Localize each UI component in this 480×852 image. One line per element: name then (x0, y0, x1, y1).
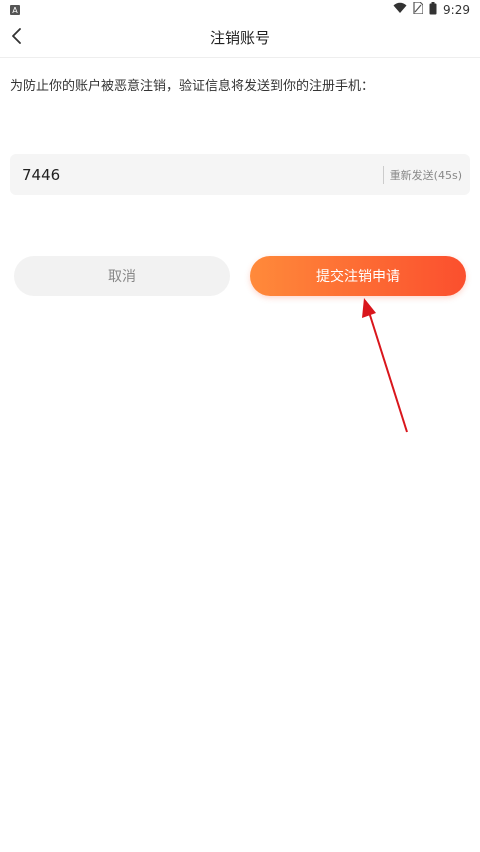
a-app-icon: A (10, 5, 20, 15)
status-left: A (10, 5, 20, 15)
verification-code-input[interactable] (10, 153, 383, 196)
cancel-button[interactable]: 取消 (14, 256, 230, 296)
submit-deregistration-button[interactable]: 提交注销申请 (250, 256, 466, 296)
clock: 9:29 (443, 3, 470, 17)
verification-code-field: 重新发送(45s) (10, 153, 470, 196)
field-divider (382, 165, 384, 184)
annotation-arrow (362, 298, 408, 433)
top-navbar: 注销账号 (0, 20, 480, 58)
status-bar: A 9:29 (0, 0, 480, 20)
verification-description: 为防止你的账户被恶意注销，验证信息将发送到你的注册手机： (10, 79, 375, 94)
resend-code-button[interactable]: 重新发送(45s) (390, 167, 462, 183)
sim-icon (413, 1, 424, 18)
battery-icon (429, 1, 437, 19)
page-title: 注销账号 (209, 29, 270, 47)
status-right: 9:29 (393, 1, 470, 19)
wifi-icon (393, 2, 407, 18)
